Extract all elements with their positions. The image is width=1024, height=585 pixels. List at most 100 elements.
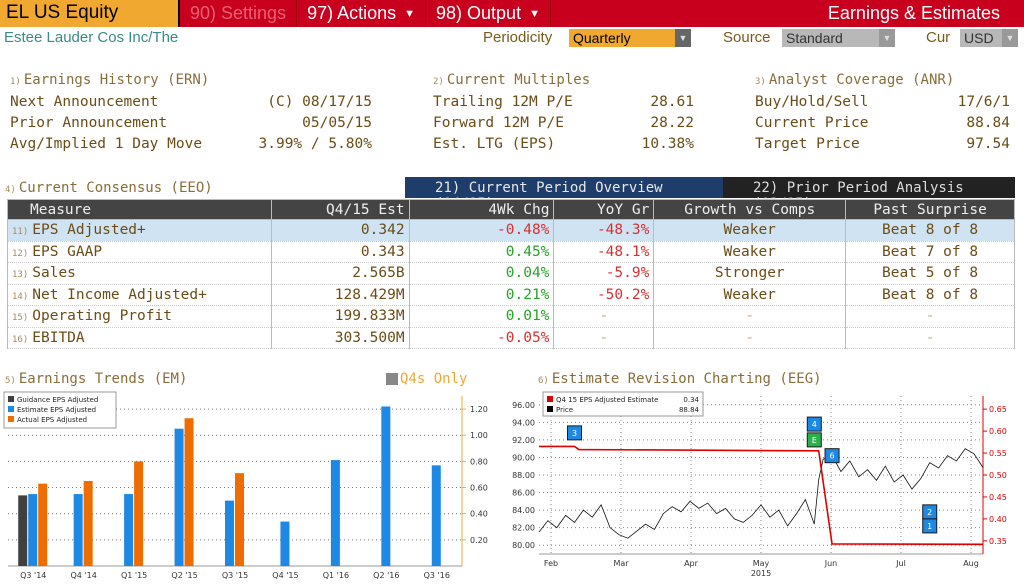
x-tick-label: Mar [613, 559, 629, 568]
legend-value: 88.84 [679, 406, 700, 414]
top-bar: EL US Equity 90) Settings 97) Actions ▼ 9… [0, 0, 1024, 27]
table-row[interactable]: 11) EPS Adjusted+ 0.342 -0.48% -48.3% Wea… [7, 219, 1015, 242]
chevron-down-icon: ▼ [1002, 29, 1018, 47]
past-surprise-cell: Beat 8 of 8 [845, 284, 1015, 306]
consensus-title[interactable]: 4) Current Consensus (EEO) [5, 180, 213, 196]
ticker-field[interactable]: EL US Equity [0, 0, 180, 27]
legend-label: Estimate EPS Adjusted [17, 406, 96, 414]
source-dropdown[interactable]: Standard ▼ [782, 29, 895, 47]
right-tick-label: 0.55 [989, 449, 1007, 458]
four-week-change-cell: 0.04% [408, 262, 555, 285]
measure-cell: 12) EPS GAAP [7, 241, 272, 263]
row-number: 14) [12, 291, 29, 302]
output-button[interactable]: 98) Output ▼ [426, 0, 551, 27]
section-title-text: Earnings Trends (EM) [18, 371, 188, 387]
event-marker: 4 [806, 416, 822, 432]
periodicity-dropdown[interactable]: Quarterly ▼ [569, 29, 691, 47]
growth-vs-comps-cell: - [653, 305, 847, 328]
yoy-growth-cell: - [553, 327, 655, 349]
table-header-row: Measure Q4/15 Est 4Wk Chg YoY Gr Growth … [7, 199, 1015, 220]
right-tick-label: 0.65 [989, 405, 1007, 414]
currency-dropdown[interactable]: USD ▼ [960, 29, 1018, 47]
event-marker: 2 [922, 504, 938, 520]
row-number: 15) [12, 313, 29, 324]
column-header[interactable]: 4Wk Chg [408, 199, 555, 220]
growth-vs-comps-cell: - [653, 327, 847, 349]
cm-label-0: Trailing 12M P/E [433, 94, 573, 110]
y-tick-label: 1.00 [470, 431, 488, 440]
estimate-revision-title[interactable]: 6) Estimate Revision Charting (EEG) [538, 371, 822, 387]
current-multiples-title[interactable]: 2) Current Multiples [433, 72, 590, 88]
measure-cell: 11) EPS Adjusted+ [7, 219, 272, 242]
right-tick-label: 0.60 [989, 427, 1007, 436]
source-value: Standard [786, 30, 843, 46]
legend-swatch [8, 416, 14, 422]
eh-label-1: Prior Announcement [10, 115, 168, 131]
table-row[interactable]: 13) Sales 2.565B 0.04% -5.9% Stronger Bea… [7, 262, 1015, 285]
four-week-change-cell: -0.05% [408, 327, 555, 349]
y-tick-label: 0.60 [470, 484, 488, 493]
eh-value-1: 05/05/15 [302, 115, 372, 131]
analyst-coverage-title[interactable]: 3) Analyst Coverage (ANR) [755, 72, 954, 88]
bar [184, 418, 194, 566]
event-marker: 1 [922, 518, 938, 534]
x-tick-label: Q3 '14 [20, 571, 46, 580]
estimate-cell: 2.565B [270, 262, 410, 285]
table-row[interactable]: 15) Operating Profit 199.833M 0.01% - - - [7, 305, 1015, 328]
table-row[interactable]: 12) EPS GAAP 0.343 0.45% -48.1% Weaker Be… [7, 241, 1015, 263]
four-week-change-cell: 0.45% [408, 241, 555, 263]
tab-prior-period[interactable]: 22) Prior Period Analysis (Q3/15) [723, 177, 1015, 212]
column-header[interactable]: Growth vs Comps [653, 199, 847, 220]
event-marker: 6 [824, 448, 840, 464]
y-tick-label: 0.80 [470, 457, 488, 466]
x-sub-label: 2015 [751, 569, 771, 578]
yoy-growth-cell: -5.9% [553, 262, 655, 285]
past-surprise-cell: Beat 5 of 8 [845, 262, 1015, 285]
yoy-growth-cell: - [553, 305, 655, 328]
estimate-revision-chart[interactable]: 80.00 82.00 84.00 86.00 88.00 90.00 92.00 94.00… [503, 388, 1024, 585]
column-header[interactable]: Q4/15 Est [270, 199, 410, 220]
actions-button[interactable]: 97) Actions ▼ [297, 0, 427, 27]
q4s-only-toggle[interactable]: Q4s Only [386, 371, 467, 387]
actions-label: 97) Actions [307, 3, 397, 23]
cm-value-1: 28.22 [650, 115, 694, 131]
earnings-history-title[interactable]: 1) Earnings History (ERN) [10, 72, 209, 88]
checkbox-icon [386, 373, 398, 385]
column-header[interactable]: YoY Gr [553, 199, 655, 220]
column-header[interactable]: Past Surprise [845, 199, 1015, 220]
cm-label-2: Est. LTG (EPS) [433, 136, 556, 152]
measure-cell: 16) EBITDA [7, 327, 272, 349]
row-number: 13) [12, 270, 29, 281]
bar [83, 481, 93, 566]
event-marker: 3 [567, 425, 583, 441]
table-row[interactable]: 16) EBITDA 303.500M -0.05% - - - [7, 327, 1015, 349]
measure-cell: 13) Sales [7, 262, 272, 285]
four-week-change-cell: 0.01% [408, 305, 555, 328]
marker-label: 3 [572, 429, 577, 438]
bar [330, 460, 340, 566]
tab-current-period[interactable]: 21) Current Period Overview (Q4/15) [405, 177, 723, 212]
settings-button[interactable]: 90) Settings [180, 0, 298, 27]
left-tick-label: 86.00 [512, 489, 535, 498]
earnings-trends-chart[interactable]: 0.20 0.40 0.60 0.80 1.00 1.20 Q3 '14 Q4 '14 Q1 '… [0, 388, 500, 585]
x-tick-label: Q3 '15 [222, 571, 248, 580]
right-tick-label: 0.50 [989, 471, 1007, 480]
left-tick-label: 84.00 [512, 506, 535, 515]
currency-label: Cur [926, 29, 951, 46]
estimate-series-line [539, 445, 984, 546]
section-number: 2) [433, 77, 444, 87]
left-tick-label: 88.00 [512, 471, 535, 480]
x-tick-label: Aug [963, 559, 979, 568]
x-tick-label: May [753, 559, 770, 568]
earnings-trends-title[interactable]: 5) Earnings Trends (EM) [5, 371, 187, 387]
y-tick-label: 0.20 [470, 536, 488, 545]
source-label: Source [723, 29, 771, 46]
legend-swatch [547, 406, 553, 412]
bar [225, 500, 234, 566]
sub-bar: Estee Lauder Cos Inc/The Periodicity Qua… [0, 27, 1024, 49]
column-header[interactable]: Measure [7, 199, 272, 220]
measure-label: EBITDA [32, 329, 85, 346]
consensus-table: Measure Q4/15 Est 4Wk Chg YoY Gr Growth … [7, 199, 1015, 349]
table-row[interactable]: 14) Net Income Adjusted+ 128.429M 0.21% -… [7, 284, 1015, 306]
row-number: 16) [12, 334, 29, 345]
